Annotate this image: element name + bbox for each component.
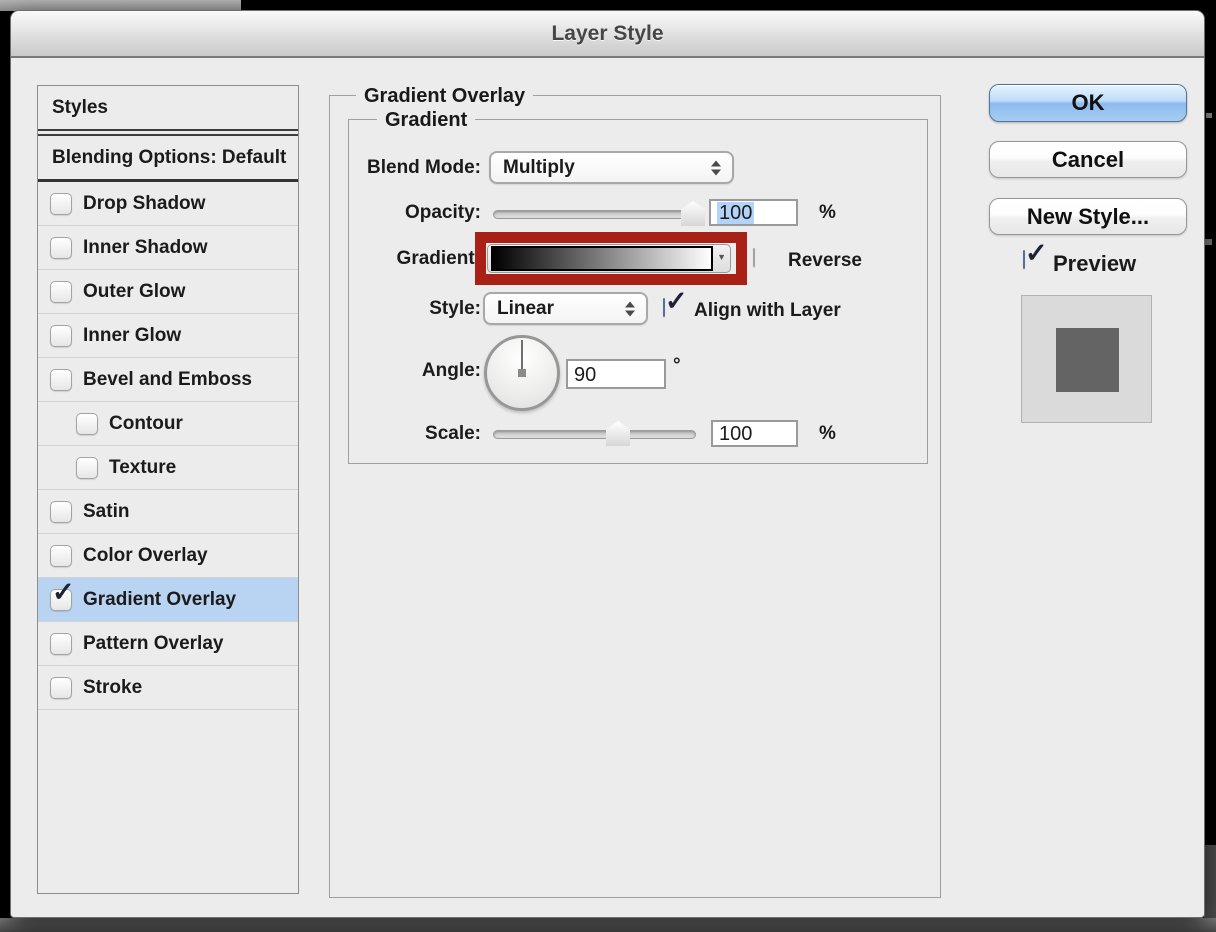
sidebar-item-outer-glow[interactable]: Outer Glow [38,270,298,314]
angle-field[interactable]: 90 [566,359,666,389]
layer-style-dialog: Layer Style Styles Blending Options: Def… [10,10,1205,918]
drop-shadow-checkbox[interactable] [50,192,72,215]
sidebar-item-pattern-overlay[interactable]: Pattern Overlay [38,622,298,666]
opacity-label: Opacity: [404,202,481,223]
sidebar-item-label: Satin [83,500,130,522]
ok-button[interactable]: OK [989,84,1187,122]
styles-sidebar: Styles Blending Options: Default Drop Sh… [37,85,299,894]
pattern-overlay-checkbox[interactable] [50,632,72,655]
sidebar-item-label: Inner Glow [83,324,182,346]
groupbox-legend: Gradient Overlay [356,84,534,108]
sidebar-item-label: Gradient Overlay [83,588,237,610]
sidebar-item-gradient-overlay[interactable]: ✓ Gradient Overlay [38,578,298,622]
opacity-field[interactable]: 100 [709,199,798,226]
scale-field[interactable]: 100 [711,420,798,447]
stepper-arrows-icon [625,301,635,316]
sidebar-item-satin[interactable]: Satin [38,490,298,534]
align-with-layer-label: Align with Layer [694,300,841,321]
dialog-title: Layer Style [551,21,664,45]
color-overlay-checkbox[interactable] [50,544,72,567]
background-speck [1205,239,1212,245]
sidebar-item-label: Texture [109,456,177,478]
annotation-highlight-rectangle [475,232,747,285]
inner-shadow-checkbox[interactable] [50,236,72,259]
reverse-label: Reverse [788,250,862,271]
sidebar-item-bevel-and-emboss[interactable]: Bevel and Emboss [38,358,298,402]
new-style-button-label: New Style... [1026,203,1150,229]
sidebar-item-label: Drop Shadow [83,192,206,214]
angle-value: 90 [574,364,597,386]
scale-label: Scale: [425,423,481,444]
cancel-button-label: Cancel [1051,146,1125,172]
inner-glow-checkbox[interactable] [50,324,72,347]
texture-checkbox[interactable] [76,456,98,479]
angle-dial[interactable] [484,335,560,411]
gradient-label: Gradient: [396,248,481,269]
check-icon: ✓ [52,576,75,607]
check-icon: ✓ [665,286,688,316]
scale-slider-track[interactable] [493,430,696,439]
background-speck [1206,113,1212,118]
scale-unit: % [819,423,836,444]
angle-dial-center [518,369,526,377]
opacity-slider-track[interactable] [493,210,703,219]
sidebar-item-texture[interactable]: Texture [38,446,298,490]
sidebar-item-label: Stroke [83,676,143,698]
ok-button-label: OK [1071,90,1105,115]
style-label: Style: [429,298,481,319]
dialog-titlebar[interactable]: Layer Style [11,11,1204,58]
sidebar-header-label: Styles [52,96,108,118]
sidebar-item-inner-glow[interactable]: Inner Glow [38,314,298,358]
outer-glow-checkbox[interactable] [50,280,72,303]
reverse-checkbox[interactable] [753,248,755,267]
sidebar-item-label: Contour [109,412,183,434]
background-right-strip [1204,845,1216,918]
sidebar-double-separator [38,129,298,136]
new-style-button[interactable]: New Style... [989,198,1187,235]
align-with-layer-checkbox[interactable]: ✓ [663,288,688,317]
sidebar-item-stroke[interactable]: Stroke [38,666,298,710]
sidebar-item-contour[interactable]: Contour [38,402,298,446]
preview-label: Preview [1053,251,1137,276]
scale-value: 100 [719,423,753,445]
sidebar-item-inner-shadow[interactable]: Inner Shadow [38,226,298,270]
preview-checkbox[interactable]: ✓ [1023,240,1048,269]
opacity-value: 100 [717,202,755,224]
check-icon: ✓ [1025,238,1048,268]
sidebar-item-styles[interactable]: Styles [38,86,298,129]
bevel-emboss-checkbox[interactable] [50,368,72,391]
sidebar-item-label: Inner Shadow [83,236,208,258]
style-value: Linear [497,297,555,319]
opacity-unit: % [819,202,836,223]
contour-checkbox[interactable] [76,412,98,435]
style-preview-thumbnail [1021,295,1152,423]
blend-mode-dropdown[interactable]: Multiply [489,151,734,184]
sidebar-item-label: Color Overlay [83,544,208,566]
sidebar-item-label: Bevel and Emboss [83,368,252,390]
stepper-arrows-icon [711,160,721,175]
cancel-button[interactable]: Cancel [989,141,1187,178]
angle-unit: ° [673,355,681,376]
sidebar-item-color-overlay[interactable]: Color Overlay [38,534,298,578]
background-window-bottom [0,918,1216,932]
sidebar-item-drop-shadow[interactable]: Drop Shadow [38,182,298,226]
style-preview-swatch [1056,328,1119,392]
blend-mode-label: Blend Mode: [367,157,481,178]
sidebar-item-label: Pattern Overlay [83,632,224,654]
style-dropdown[interactable]: Linear [483,292,648,325]
sidebar-item-label: Outer Glow [83,280,186,302]
sidebar-item-blending-options[interactable]: Blending Options: Default [38,136,298,179]
stroke-checkbox[interactable] [50,676,72,699]
angle-label: Angle: [421,360,481,381]
satin-checkbox[interactable] [50,500,72,523]
gradient-overlay-checkbox[interactable]: ✓ [50,578,75,611]
blend-mode-value: Multiply [503,156,575,178]
blending-options-label: Blending Options: Default [52,146,287,168]
groupbox-legend: Gradient [377,108,476,132]
